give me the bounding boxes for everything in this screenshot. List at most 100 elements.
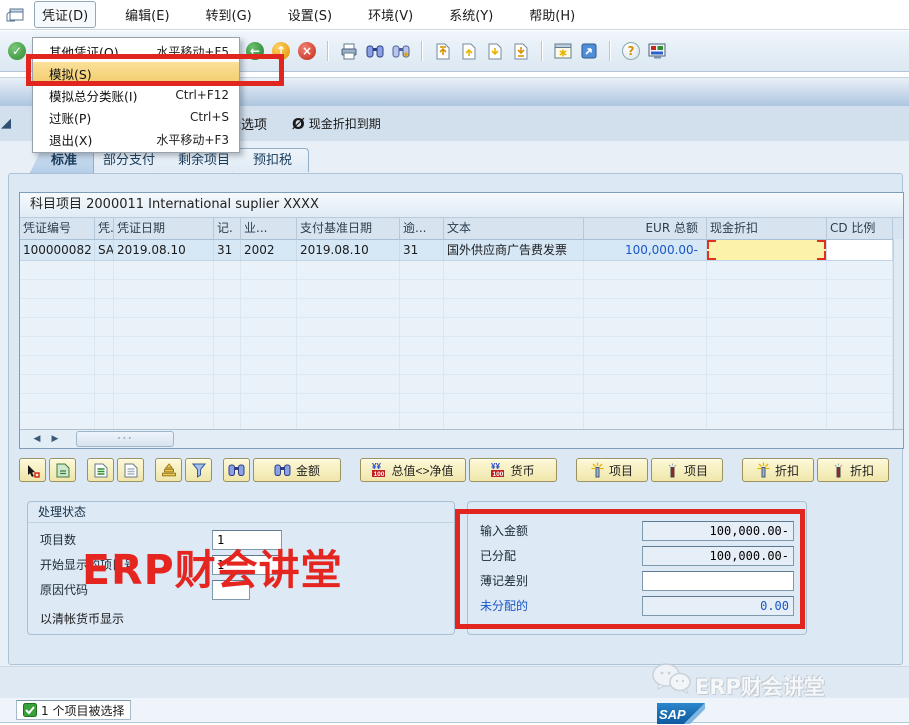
- menu-item-shortcut: Ctrl+S: [190, 110, 229, 124]
- find-next-icon[interactable]: [388, 39, 414, 63]
- col-header[interactable]: 逾...: [400, 218, 444, 240]
- amount-search-button[interactable]: 金额: [253, 458, 341, 482]
- activate-items-button[interactable]: 项目: [576, 458, 648, 482]
- col-header[interactable]: 业...: [241, 218, 297, 240]
- shortcut-icon[interactable]: [576, 39, 602, 63]
- col-header[interactable]: 凭证编号: [20, 218, 95, 240]
- select-item-button[interactable]: [19, 458, 46, 482]
- deactivate-items-button[interactable]: 项目: [651, 458, 723, 482]
- channel-watermark: ERP财会讲堂: [695, 671, 825, 701]
- cancel-icon[interactable]: ×: [294, 39, 320, 63]
- col-header[interactable]: 文本: [444, 218, 584, 240]
- status-message[interactable]: 1 个项目被选择: [16, 700, 131, 720]
- customize-layout-icon[interactable]: [644, 39, 670, 63]
- menu-document[interactable]: 凭证(D): [34, 1, 96, 28]
- empty-cell: [214, 299, 241, 317]
- empty-cell: [95, 394, 114, 412]
- empty-cell: [20, 375, 95, 393]
- scroll-left-icon[interactable]: ◀: [28, 431, 46, 447]
- cell-overdue[interactable]: 31: [400, 240, 444, 260]
- cell-doc-type[interactable]: SA: [95, 240, 114, 260]
- menu-settings[interactable]: 设置(S): [281, 2, 339, 27]
- toolbar-separator: [327, 41, 329, 61]
- menu-bar: 凭证(D) 编辑(E) 转到(G) 设置(S) 环境(V) 系统(Y) 帮助(H…: [0, 0, 909, 30]
- sap-logo: SAP: [657, 703, 705, 725]
- cell-doc-date[interactable]: 2019.08.10: [114, 240, 214, 260]
- empty-cell: [20, 318, 95, 336]
- table-row[interactable]: 100000082 SA 2019.08.10 31 2002 2019.08.…: [20, 240, 903, 261]
- col-header[interactable]: 现金折扣: [707, 218, 827, 240]
- menu-item-simulate-gl[interactable]: 模拟总分类账(I) Ctrl+F12: [33, 84, 239, 106]
- activate-discount-label: 折扣: [775, 462, 799, 479]
- col-header[interactable]: 凭.: [95, 218, 114, 240]
- empty-cell: [214, 318, 241, 336]
- empty-cell: [95, 375, 114, 393]
- col-header[interactable]: 支付基准日期: [297, 218, 400, 240]
- menu-environment[interactable]: 环境(V): [361, 2, 420, 27]
- col-header[interactable]: 记.: [214, 218, 241, 240]
- item-actions-toolbar: 金额 ¥¥100总值<>净值 ¥¥100货币 项目 项目 折扣 折扣: [19, 456, 899, 484]
- filter-button[interactable]: [185, 458, 212, 482]
- activate-discount-button[interactable]: 折扣: [742, 458, 814, 482]
- cell-posting-key[interactable]: 31: [214, 240, 241, 260]
- focus-corner: [707, 240, 716, 249]
- menu-goto[interactable]: 转到(G): [199, 2, 259, 27]
- sort-button[interactable]: [155, 458, 182, 482]
- empty-cell: [241, 394, 297, 412]
- cell-cash-discount-input[interactable]: [707, 240, 827, 260]
- empty-cell: [827, 299, 893, 317]
- gross-net-button[interactable]: ¥¥100总值<>净值: [360, 458, 466, 482]
- new-session-icon[interactable]: [550, 39, 576, 63]
- menu-system[interactable]: 系统(Y): [442, 2, 500, 27]
- empty-cell: [827, 337, 893, 355]
- menu-item-post[interactable]: 过账(P) Ctrl+S: [33, 106, 239, 128]
- find-amount-button[interactable]: [223, 458, 250, 482]
- success-check-icon: [23, 703, 37, 717]
- empty-cell: [297, 394, 400, 412]
- next-page-icon[interactable]: [482, 39, 508, 63]
- menu-item-label: 模拟总分类账(I): [49, 86, 175, 105]
- empty-cell: [114, 337, 214, 355]
- help-icon[interactable]: ?: [618, 39, 644, 63]
- cell-document-number[interactable]: 100000082: [20, 240, 95, 260]
- select-block-button[interactable]: [49, 458, 76, 482]
- window-control-icon[interactable]: [5, 6, 25, 27]
- empty-cell: [827, 318, 893, 336]
- col-header[interactable]: 凭证日期: [114, 218, 214, 240]
- col-header-filler: [893, 218, 903, 240]
- vertical-scrollbar[interactable]: [893, 239, 903, 430]
- col-header[interactable]: CD 比例: [827, 218, 893, 240]
- menu-item-exit[interactable]: 退出(X) 水平移动+F3: [33, 128, 239, 150]
- cell-text[interactable]: 国外供应商广告费发票: [444, 240, 584, 260]
- gross-net-label: 总值<>净值: [391, 462, 453, 479]
- cash-discount-due-button[interactable]: Ø 现金折扣到期: [292, 115, 381, 133]
- empty-cell: [707, 280, 827, 298]
- empty-cell: [297, 261, 400, 279]
- menu-help[interactable]: 帮助(H): [522, 2, 582, 27]
- scroll-right-icon[interactable]: ▶: [46, 431, 64, 447]
- menu-edit[interactable]: 编辑(E): [118, 2, 176, 27]
- prev-page-icon[interactable]: [456, 39, 482, 63]
- empty-cell: [297, 337, 400, 355]
- menu-item-label: 过账(P): [49, 108, 190, 127]
- deselect-all-button[interactable]: [117, 458, 144, 482]
- first-page-icon[interactable]: [430, 39, 456, 63]
- find-icon[interactable]: [362, 39, 388, 63]
- print-icon[interactable]: [336, 39, 362, 63]
- last-page-icon[interactable]: [508, 39, 534, 63]
- cell-business-area[interactable]: 2002: [241, 240, 297, 260]
- empty-cell: [297, 375, 400, 393]
- select-all-button[interactable]: [87, 458, 114, 482]
- cell-cd-percent[interactable]: [827, 240, 893, 260]
- col-header[interactable]: EUR 总额: [584, 218, 707, 240]
- deactivate-discount-label: 折扣: [850, 462, 874, 479]
- tab-withholding-tax[interactable]: 预扣税: [232, 148, 309, 173]
- empty-cell: [297, 299, 400, 317]
- deactivate-discount-button[interactable]: 折扣: [817, 458, 889, 482]
- cell-eur-amount[interactable]: 100,000.00-: [584, 240, 707, 260]
- cell-baseline-date[interactable]: 2019.08.10: [297, 240, 400, 260]
- empty-cell: [114, 261, 214, 279]
- currency-button[interactable]: ¥¥100货币: [469, 458, 557, 482]
- horizontal-scrollbar[interactable]: ◀ ▶ ∙∙∙: [20, 429, 903, 448]
- scrollbar-thumb[interactable]: ∙∙∙: [76, 431, 174, 447]
